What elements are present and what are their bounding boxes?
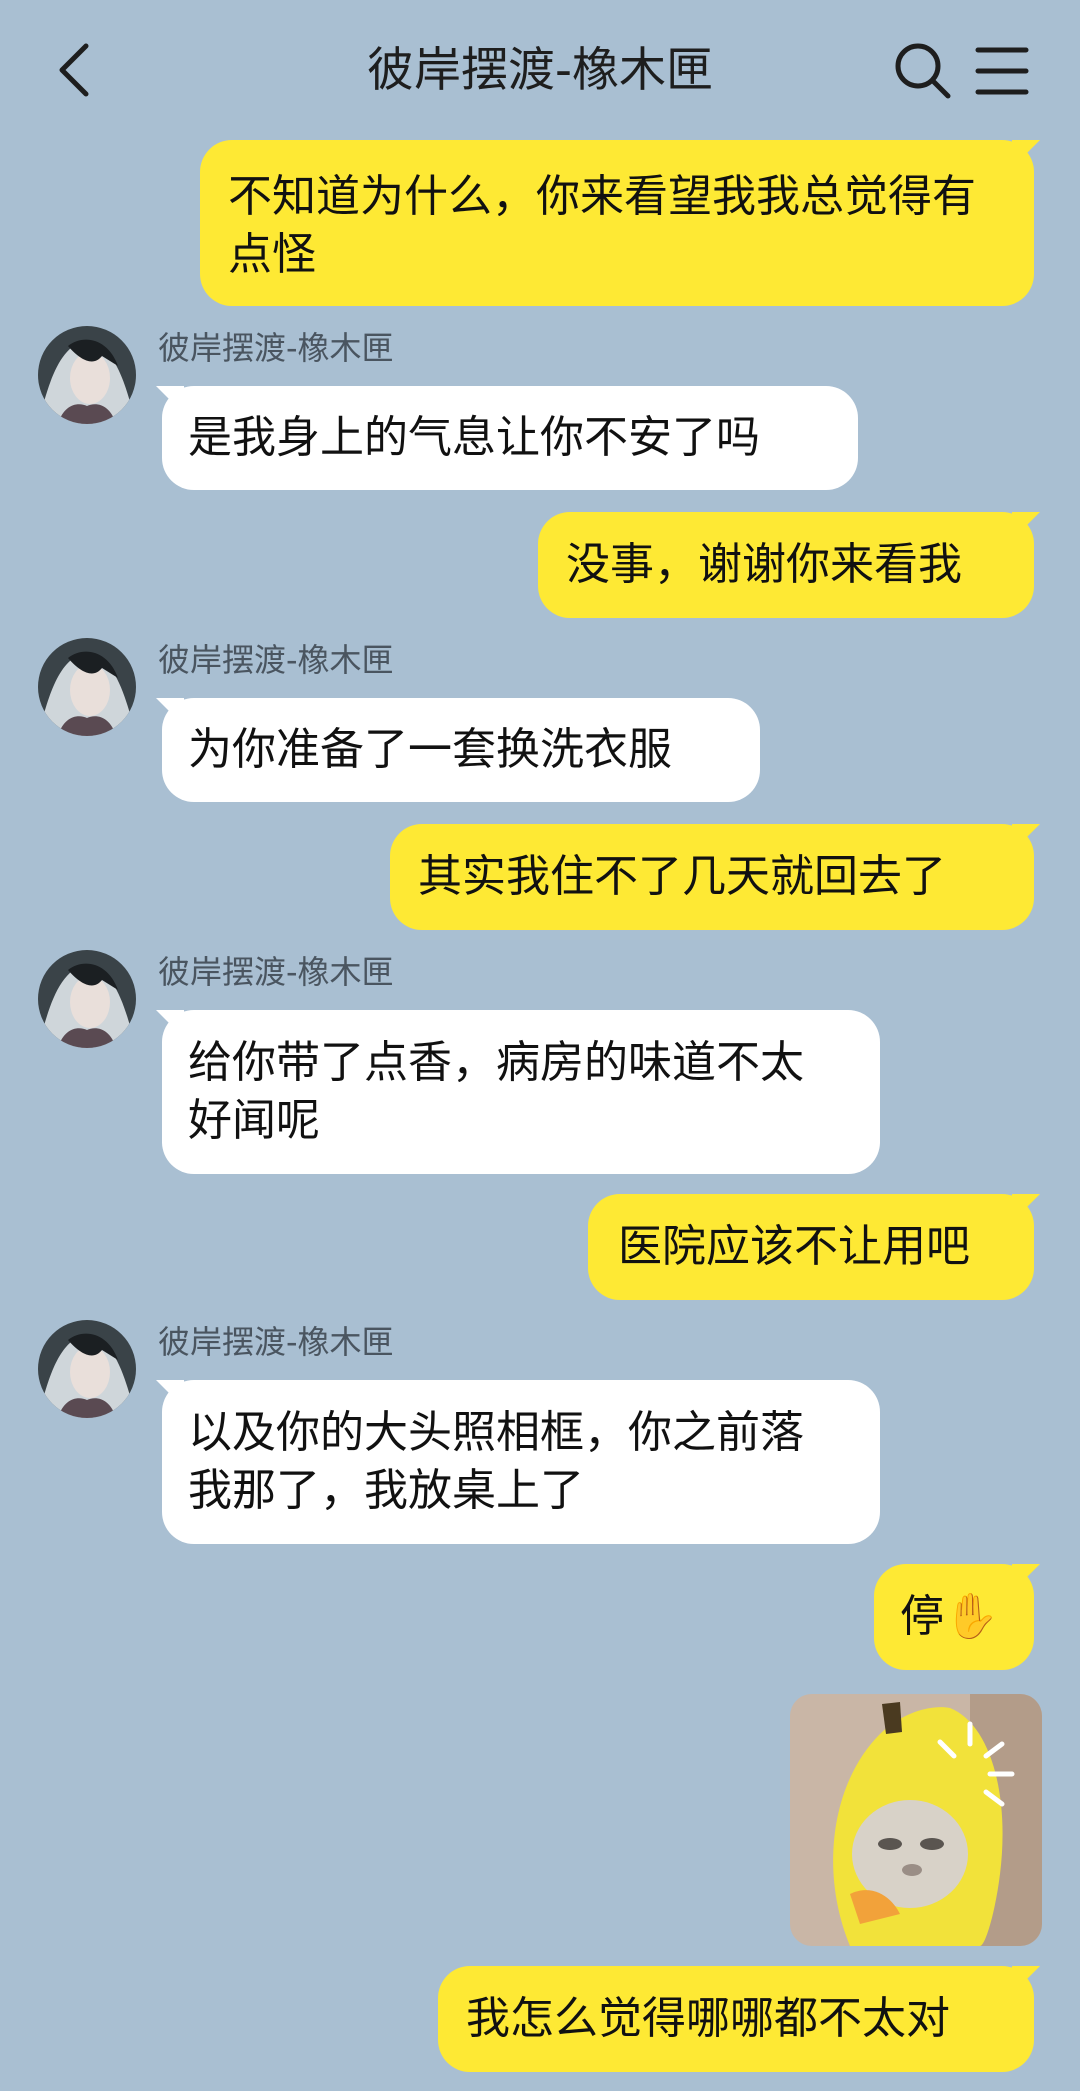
sender-name: 彼岸摆渡-橡木匣 xyxy=(158,641,394,679)
menu-button[interactable] xyxy=(974,40,1030,102)
message-bubble-outgoing[interactable]: 不知道为什么，你来看望我我总觉得有点怪 xyxy=(200,140,1034,306)
sender-name: 彼岸摆渡-橡木匣 xyxy=(158,1323,394,1361)
avatar[interactable] xyxy=(38,638,136,736)
sticker-image[interactable] xyxy=(790,1694,1042,1946)
message-text: 停✋ xyxy=(900,1591,999,1642)
message-text: 以及你的大头照相框，你之前落我那了，我放桌上了 xyxy=(188,1407,804,1516)
message-bubble-incoming[interactable]: 是我身上的气息让你不安了吗 xyxy=(162,386,858,490)
message-text: 是我身上的气息让你不安了吗 xyxy=(188,412,760,463)
avatar[interactable] xyxy=(38,1320,136,1418)
message-bubble-outgoing[interactable]: 停✋ xyxy=(874,1564,1034,1670)
message-bubble-outgoing[interactable]: 没事，谢谢你来看我 xyxy=(538,512,1034,618)
message-text: 不知道为什么，你来看望我我总觉得有点怪 xyxy=(228,171,976,280)
message-bubble-outgoing[interactable]: 其实我住不了几天就回去了 xyxy=(390,824,1034,930)
message-text: 医院应该不让用吧 xyxy=(618,1221,970,1272)
search-button[interactable] xyxy=(892,40,954,102)
message-text: 为你准备了一套换洗衣服 xyxy=(188,724,672,775)
message-bubble-outgoing[interactable]: 我怎么觉得哪哪都不太对 xyxy=(438,1966,1034,2072)
avatar[interactable] xyxy=(38,950,136,1048)
message-text: 没事，谢谢你来看我 xyxy=(566,539,962,590)
message-text: 我怎么觉得哪哪都不太对 xyxy=(466,1993,950,2044)
search-icon xyxy=(895,43,951,99)
sender-name: 彼岸摆渡-橡木匣 xyxy=(158,329,394,367)
sender-name: 彼岸摆渡-橡木匣 xyxy=(158,953,394,991)
message-bubble-incoming[interactable]: 以及你的大头照相框，你之前落我那了，我放桌上了 xyxy=(162,1380,880,1544)
message-bubble-outgoing[interactable]: 医院应该不让用吧 xyxy=(588,1194,1034,1300)
menu-icon xyxy=(975,47,1029,95)
message-text: 给你带了点香，病房的味道不太好闻呢 xyxy=(188,1037,804,1146)
banana-cat-sticker xyxy=(790,1694,1042,1946)
message-bubble-incoming[interactable]: 为你准备了一套换洗衣服 xyxy=(162,698,760,802)
avatar[interactable] xyxy=(38,326,136,424)
message-bubble-incoming[interactable]: 给你带了点香，病房的味道不太好闻呢 xyxy=(162,1010,880,1174)
message-text: 其实我住不了几天就回去了 xyxy=(418,851,946,902)
chat-header: 彼岸摆渡-橡木匣 xyxy=(0,0,1080,140)
